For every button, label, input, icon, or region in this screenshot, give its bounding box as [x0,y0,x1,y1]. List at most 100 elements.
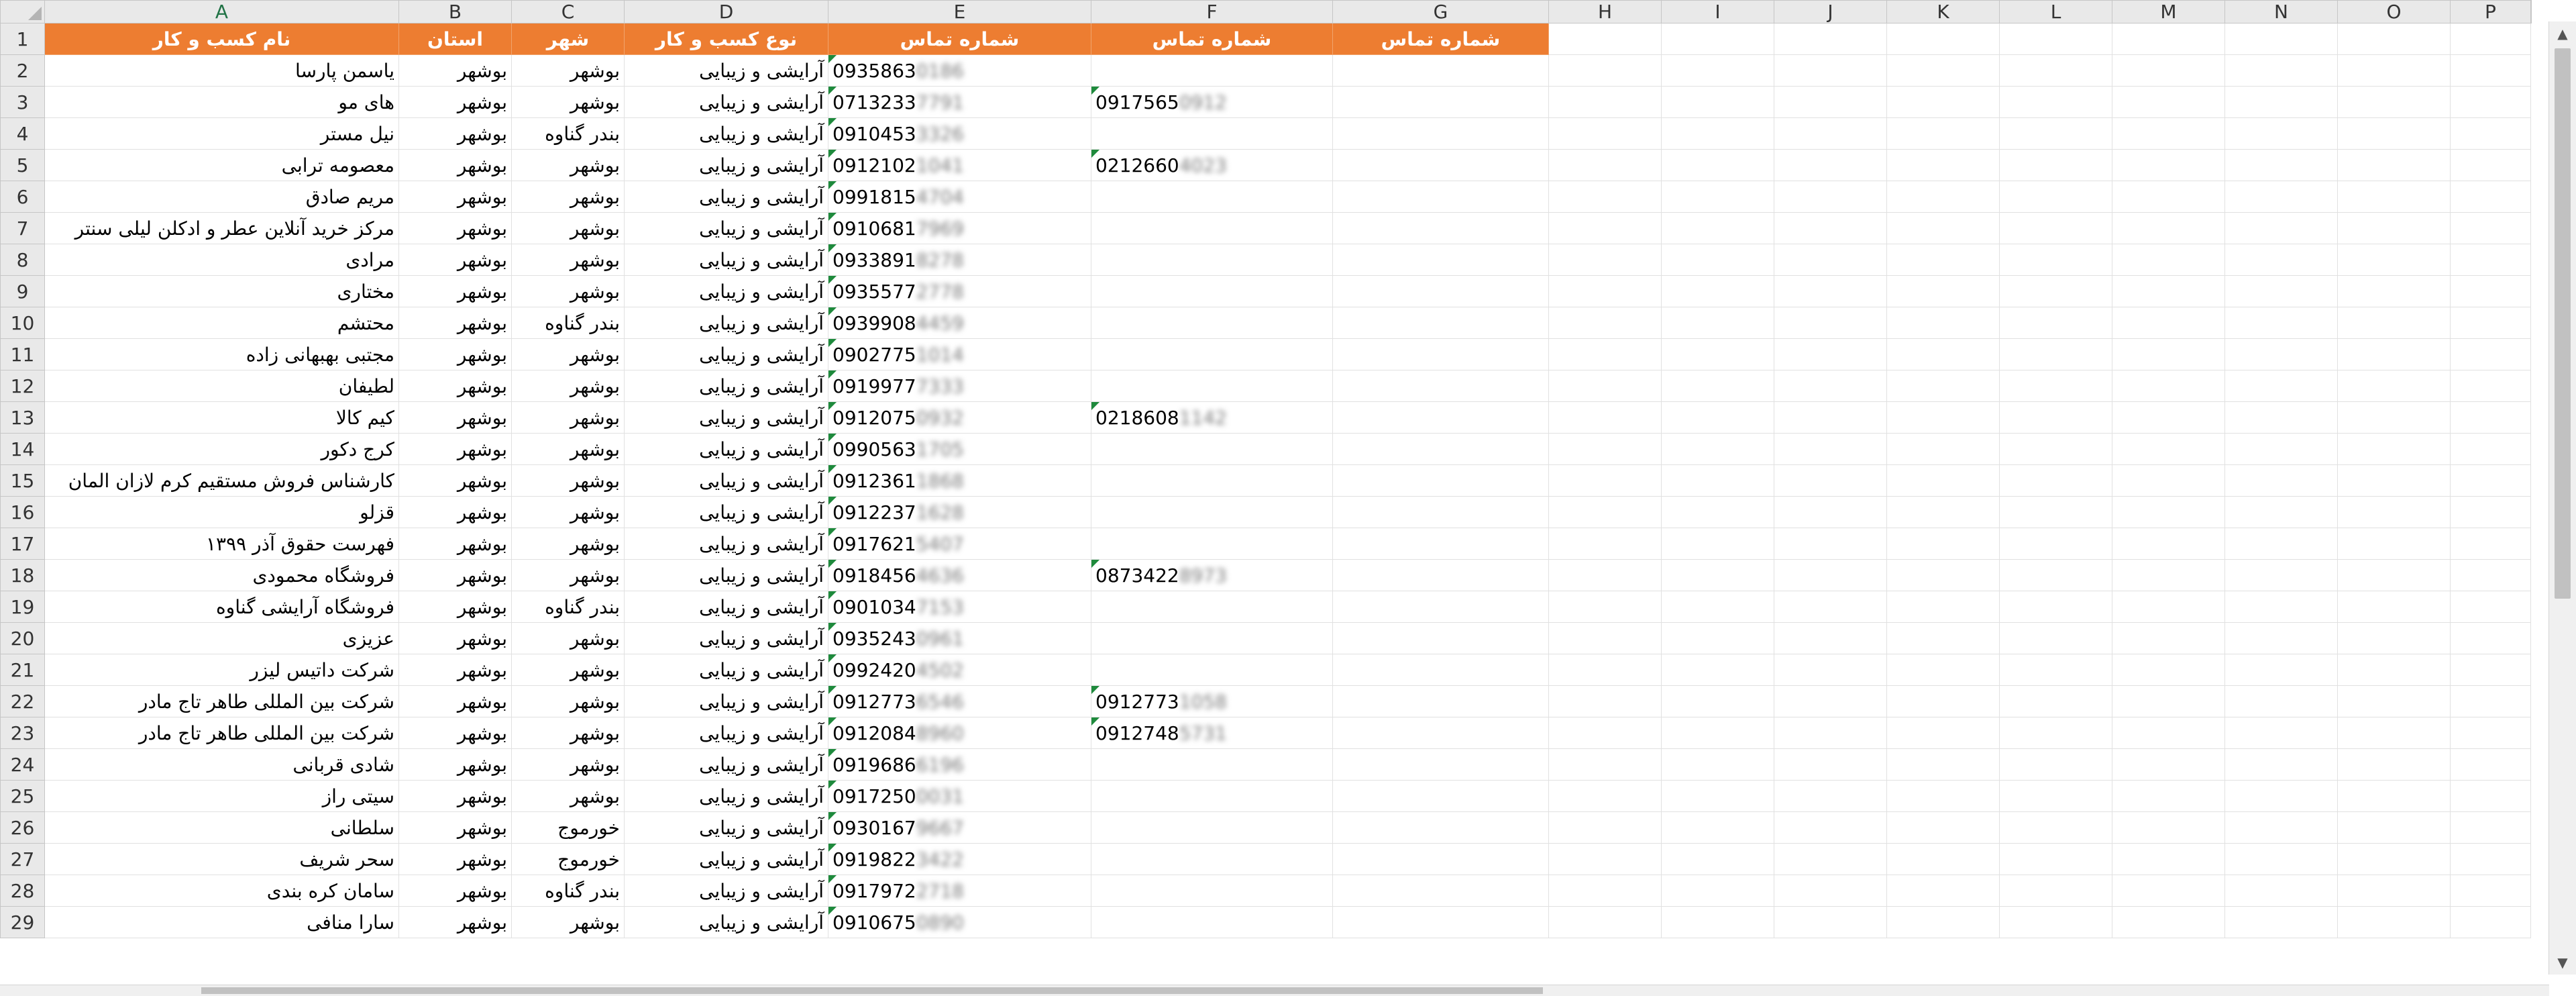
cell[interactable] [1661,591,1774,623]
cell[interactable] [2112,212,2225,244]
cell[interactable] [2224,23,2338,55]
cell[interactable] [1661,338,1774,370]
row-header[interactable]: 4 [0,117,45,150]
cell[interactable] [2450,622,2531,654]
cell[interactable] [1999,717,2112,749]
cell[interactable] [2224,370,2338,402]
cell[interactable] [1661,496,1774,528]
cell[interactable] [2224,117,2338,150]
row-header[interactable]: 20 [0,622,45,654]
cell[interactable] [2112,149,2225,181]
phone-cell[interactable]: 09027751014 [828,338,1091,370]
cell[interactable] [2112,244,2225,276]
cell[interactable] [2337,780,2451,812]
phone-cell-2[interactable]: 09127485731 [1091,717,1333,749]
cell[interactable] [2337,117,2451,150]
cell[interactable] [1774,338,1887,370]
city-cell[interactable]: بوشهر [511,149,625,181]
cell[interactable] [1774,591,1887,623]
business-name-cell[interactable]: معصومه ترابی [44,149,399,181]
cell[interactable] [1332,811,1549,844]
cell[interactable] [1332,86,1549,118]
cell[interactable] [2112,811,2225,844]
cell[interactable] [2337,149,2451,181]
row-header[interactable]: 11 [0,338,45,370]
business-type-cell[interactable]: آرایشی و زیبایی [624,275,828,307]
business-name-cell[interactable]: کارشناس فروش مستقیم کرم لازان المان [44,464,399,497]
business-type-cell[interactable]: آرایشی و زیبایی [624,875,828,907]
cell[interactable] [2112,843,2225,875]
header-cell-G[interactable]: شماره تماس [1332,23,1549,55]
header-cell-F[interactable]: شماره تماس [1091,23,1333,55]
cell[interactable] [1332,244,1549,276]
business-name-cell[interactable]: مجتبی بهبهانی زاده [44,338,399,370]
cell[interactable] [1886,654,2000,686]
cell[interactable] [1886,591,2000,623]
cell[interactable] [1661,244,1774,276]
cell[interactable] [2224,748,2338,781]
province-cell[interactable]: بوشهر [398,811,512,844]
cell[interactable] [2337,401,2451,434]
cell[interactable] [2450,875,2531,907]
row-header[interactable]: 21 [0,654,45,686]
cell[interactable] [1886,622,2000,654]
business-name-cell[interactable]: عزیزی [44,622,399,654]
cell[interactable] [1661,464,1774,497]
business-type-cell[interactable]: آرایشی و زیبایی [624,244,828,276]
cell[interactable] [2450,149,2531,181]
business-name-cell[interactable]: کرج دکور [44,433,399,465]
row-header[interactable]: 8 [0,244,45,276]
cell[interactable] [1999,54,2112,87]
business-name-cell[interactable]: سارا منافی [44,906,399,938]
province-cell[interactable]: بوشهر [398,685,512,717]
business-type-cell[interactable]: آرایشی و زیبایی [624,117,828,150]
city-cell[interactable]: بوشهر [511,181,625,213]
phone-cell[interactable]: 09358630186 [828,54,1091,87]
phone-cell[interactable]: 09172500031 [828,780,1091,812]
phone-cell-2[interactable]: 02186081142 [1091,401,1333,434]
column-header-L[interactable]: L [1999,0,2112,23]
province-cell[interactable]: بوشهر [398,622,512,654]
business-name-cell[interactable]: سیتی راز [44,780,399,812]
city-cell[interactable]: بوشهر [511,622,625,654]
business-name-cell[interactable]: فروشگاه آرایشی گناوه [44,591,399,623]
cell[interactable] [1999,433,2112,465]
cell[interactable] [2224,433,2338,465]
column-header-P[interactable]: P [2450,0,2531,23]
city-cell[interactable]: بوشهر [511,906,625,938]
business-type-cell[interactable]: آرایشی و زیبایی [624,559,828,591]
cell[interactable] [1999,86,2112,118]
province-cell[interactable]: بوشهر [398,433,512,465]
cell[interactable] [2112,622,2225,654]
city-cell[interactable]: بوشهر [511,370,625,402]
business-name-cell[interactable]: قزلو [44,496,399,528]
cell[interactable] [1548,496,1662,528]
cell[interactable] [1548,748,1662,781]
cell[interactable] [1661,748,1774,781]
phone-cell-2[interactable]: 09127731058 [1091,685,1333,717]
cell[interactable] [1774,117,1887,150]
cell[interactable] [2224,401,2338,434]
row-header[interactable]: 29 [0,906,45,938]
phone-cell[interactable]: 09301679667 [828,811,1091,844]
cell[interactable] [1886,496,2000,528]
phone-cell[interactable]: 09121021041 [828,149,1091,181]
business-type-cell[interactable]: آرایشی و زیبایی [624,464,828,497]
cell[interactable] [2224,843,2338,875]
row-header[interactable]: 6 [0,181,45,213]
cell[interactable] [2224,149,2338,181]
header-cell-A[interactable]: نام کسب و کار [44,23,399,55]
business-name-cell[interactable]: سلطانی [44,811,399,844]
province-cell[interactable]: بوشهر [398,149,512,181]
phone-cell[interactable]: 09352430961 [828,622,1091,654]
row-header[interactable]: 17 [0,528,45,560]
cell[interactable] [2112,685,2225,717]
province-cell[interactable]: بوشهر [398,275,512,307]
cell[interactable] [1886,244,2000,276]
cell[interactable] [1332,54,1549,87]
business-type-cell[interactable]: آرایشی و زیبایی [624,401,828,434]
cell[interactable] [1332,338,1549,370]
phone-cell[interactable]: 09179722718 [828,875,1091,907]
province-cell[interactable]: بوشهر [398,906,512,938]
cell[interactable] [1999,275,2112,307]
